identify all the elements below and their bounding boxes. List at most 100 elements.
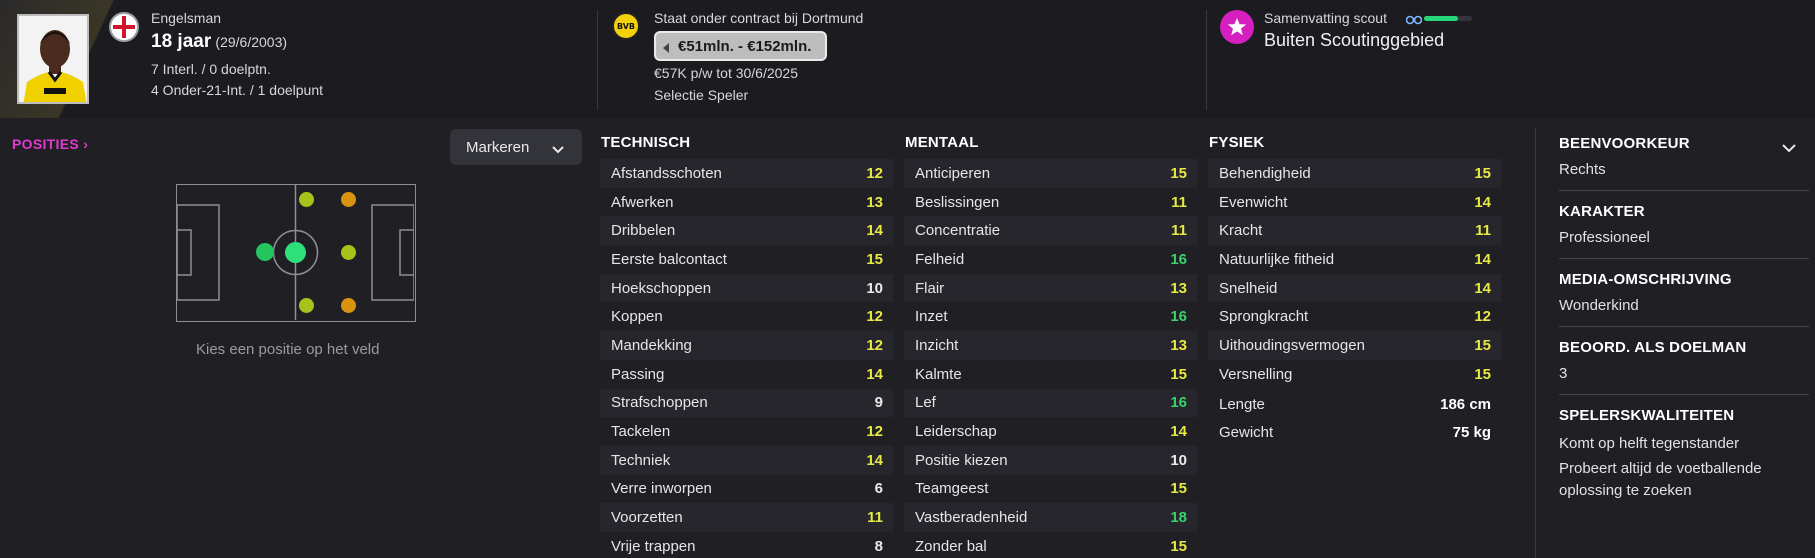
u21-caps[interactable]: 4 Onder-21-Int. / 1 doelpunt [151, 82, 323, 98]
attribute-value: 11 [867, 509, 883, 527]
attribute-row[interactable]: Zonder bal 15 [904, 531, 1197, 558]
attribute-row[interactable]: Vrije trappen 8 [600, 531, 893, 558]
attribute-value: 15 [1474, 336, 1491, 354]
physical-attributes: Behendigheid 15 Evenwicht 14 Kracht 11 Natuurl… [1208, 159, 1501, 389]
attribute-row[interactable]: Dribbelen 14 [600, 216, 893, 246]
attribute-row[interactable]: Verre inworpen 6 [600, 474, 893, 504]
contract-status[interactable]: Staat onder contract bij Dortmund [654, 10, 863, 26]
attribute-row[interactable]: Felheid 16 [904, 245, 1197, 274]
attribute-value: 11 [1475, 222, 1491, 240]
preferred-foot-value: Rechts [1559, 161, 1606, 178]
position-dot-amr[interactable] [341, 298, 356, 313]
physical-title: FYSIEK [1209, 134, 1265, 151]
attribute-row[interactable]: Passing 14 [600, 359, 893, 389]
attribute-row[interactable]: Afwerken 13 [600, 187, 893, 217]
attribute-name: Sprongkracht [1219, 308, 1309, 326]
attribute-row[interactable]: Eerste balcontact 15 [600, 245, 893, 274]
attribute-value: 12 [866, 164, 883, 182]
attribute-row[interactable]: Concentratie 11 [904, 216, 1197, 246]
attribute-row[interactable]: Hoekschoppen 10 [600, 273, 893, 303]
attribute-name: Hoekschoppen [611, 279, 712, 297]
positions-link[interactable]: POSITIES › [12, 136, 88, 152]
attribute-row[interactable]: Beslissingen 11 [904, 187, 1197, 217]
attribute-row[interactable]: Flair 13 [904, 273, 1197, 303]
attribute-row[interactable]: Strafschoppen 9 [600, 388, 893, 418]
mental-attributes: Anticiperen 15 Beslissingen 11 Concentratie 1… [904, 159, 1197, 558]
player-traits-title: SPELERSKWALITEITEN [1559, 407, 1735, 424]
chevron-right-icon: › [83, 136, 89, 152]
player-photo [17, 14, 89, 104]
attribute-row[interactable]: Vastberadenheid 18 [904, 503, 1197, 532]
attribute-value: 12 [866, 336, 883, 354]
attribute-row[interactable]: Positie kiezen 10 [904, 445, 1197, 475]
position-pitch[interactable] [176, 184, 416, 322]
position-dot-ml[interactable] [299, 192, 314, 207]
transfer-value[interactable]: €51mln. - €152mln. [654, 31, 828, 61]
attribute-name: Verre inworpen [611, 480, 712, 498]
club-badge-icon[interactable]: BVB [612, 12, 640, 40]
attribute-row[interactable]: Teamgeest 15 [904, 474, 1197, 504]
attribute-name: Dribbelen [611, 222, 676, 240]
personality-value[interactable]: Professioneel [1559, 227, 1809, 249]
position-dot-dm[interactable] [256, 243, 274, 261]
media-description-value[interactable]: Wonderkind [1559, 295, 1809, 317]
attribute-value: 14 [866, 222, 883, 240]
attribute-name: Afstandsschoten [611, 164, 722, 182]
position-dot-mr[interactable] [299, 298, 314, 313]
physical-measurements: Lengte 186 cm Gewicht 75 kg [1208, 390, 1501, 446]
attribute-name: Zonder bal [915, 537, 987, 555]
attribute-row[interactable]: Inzicht 13 [904, 331, 1197, 360]
position-dot-cm[interactable] [285, 242, 306, 263]
transfer-value-text: €51mln. - €152mln. [678, 37, 812, 55]
attribute-value: 13 [1170, 279, 1187, 297]
attribute-row[interactable]: Leiderschap 14 [904, 417, 1197, 446]
scout-star-icon[interactable] [1220, 10, 1254, 44]
attribute-row[interactable]: Versnelling 15 [1208, 359, 1501, 389]
preferred-foot-title: BEENVOORKEUR [1559, 135, 1690, 152]
birthdate: (29/6/2003) [215, 34, 288, 50]
position-dot-am[interactable] [341, 245, 356, 260]
international-caps[interactable]: 7 Interl. / 0 doelptn. [151, 61, 271, 77]
binoculars-icon [1405, 12, 1423, 30]
attribute-name: Flair [915, 279, 945, 297]
height-label: Lengte [1219, 395, 1265, 413]
attribute-row[interactable]: Techniek 14 [600, 445, 893, 475]
technical-title: TECHNISCH [601, 134, 691, 151]
attribute-row[interactable]: Anticiperen 15 [904, 159, 1197, 188]
attribute-name: Afwerken [611, 193, 674, 211]
attribute-row[interactable]: Kalmte 15 [904, 359, 1197, 389]
attribute-name: Inzet [915, 308, 948, 326]
pitch-hint: Kies een positie op het veld [196, 341, 380, 358]
attribute-row[interactable]: Voorzetten 11 [600, 503, 893, 532]
attribute-row[interactable]: Behendigheid 15 [1208, 159, 1501, 188]
attribute-name: Kalmte [915, 365, 962, 383]
attribute-name: Felheid [915, 250, 965, 268]
attribute-row[interactable]: Lef 16 [904, 388, 1197, 418]
attribute-row[interactable]: Tackelen 12 [600, 417, 893, 446]
mark-dropdown[interactable]: Markeren [450, 129, 582, 165]
attribute-row[interactable]: Kracht 11 [1208, 216, 1501, 246]
attribute-name: Leiderschap [915, 423, 997, 441]
divider [1559, 394, 1809, 395]
squad-status[interactable]: Selectie Speler [654, 87, 748, 103]
attribute-name: Vastberadenheid [915, 509, 1028, 527]
attribute-name: Lef [915, 394, 936, 412]
attribute-row[interactable]: Sprongkracht 12 [1208, 302, 1501, 332]
scout-summary-title[interactable]: Samenvatting scout [1264, 10, 1387, 26]
attribute-name: Tackelen [611, 423, 671, 441]
attribute-row[interactable]: Snelheid 14 [1208, 273, 1501, 303]
attribute-row[interactable]: Inzet 16 [904, 302, 1197, 332]
attribute-row[interactable]: Koppen 12 [600, 302, 893, 332]
trait-2[interactable]: Probeert altijd de voetballende oplossin… [1559, 458, 1809, 502]
attribute-row[interactable]: Evenwicht 14 [1208, 187, 1501, 217]
attribute-name: Positie kiezen [915, 451, 1008, 469]
attribute-name: Natuurlijke fitheid [1219, 250, 1335, 268]
attribute-row[interactable]: Uithoudingsvermogen 15 [1208, 331, 1501, 360]
attribute-row[interactable]: Afstandsschoten 12 [600, 159, 893, 188]
attribute-row[interactable]: Natuurlijke fitheid 14 [1208, 245, 1501, 274]
attribute-name: Vrije trappen [611, 537, 696, 555]
trait-1[interactable]: Komt op helft tegenstander [1559, 433, 1809, 455]
position-dot-aml[interactable] [341, 192, 356, 207]
attribute-name: Behendigheid [1219, 164, 1311, 182]
attribute-row[interactable]: Mandekking 12 [600, 331, 893, 360]
